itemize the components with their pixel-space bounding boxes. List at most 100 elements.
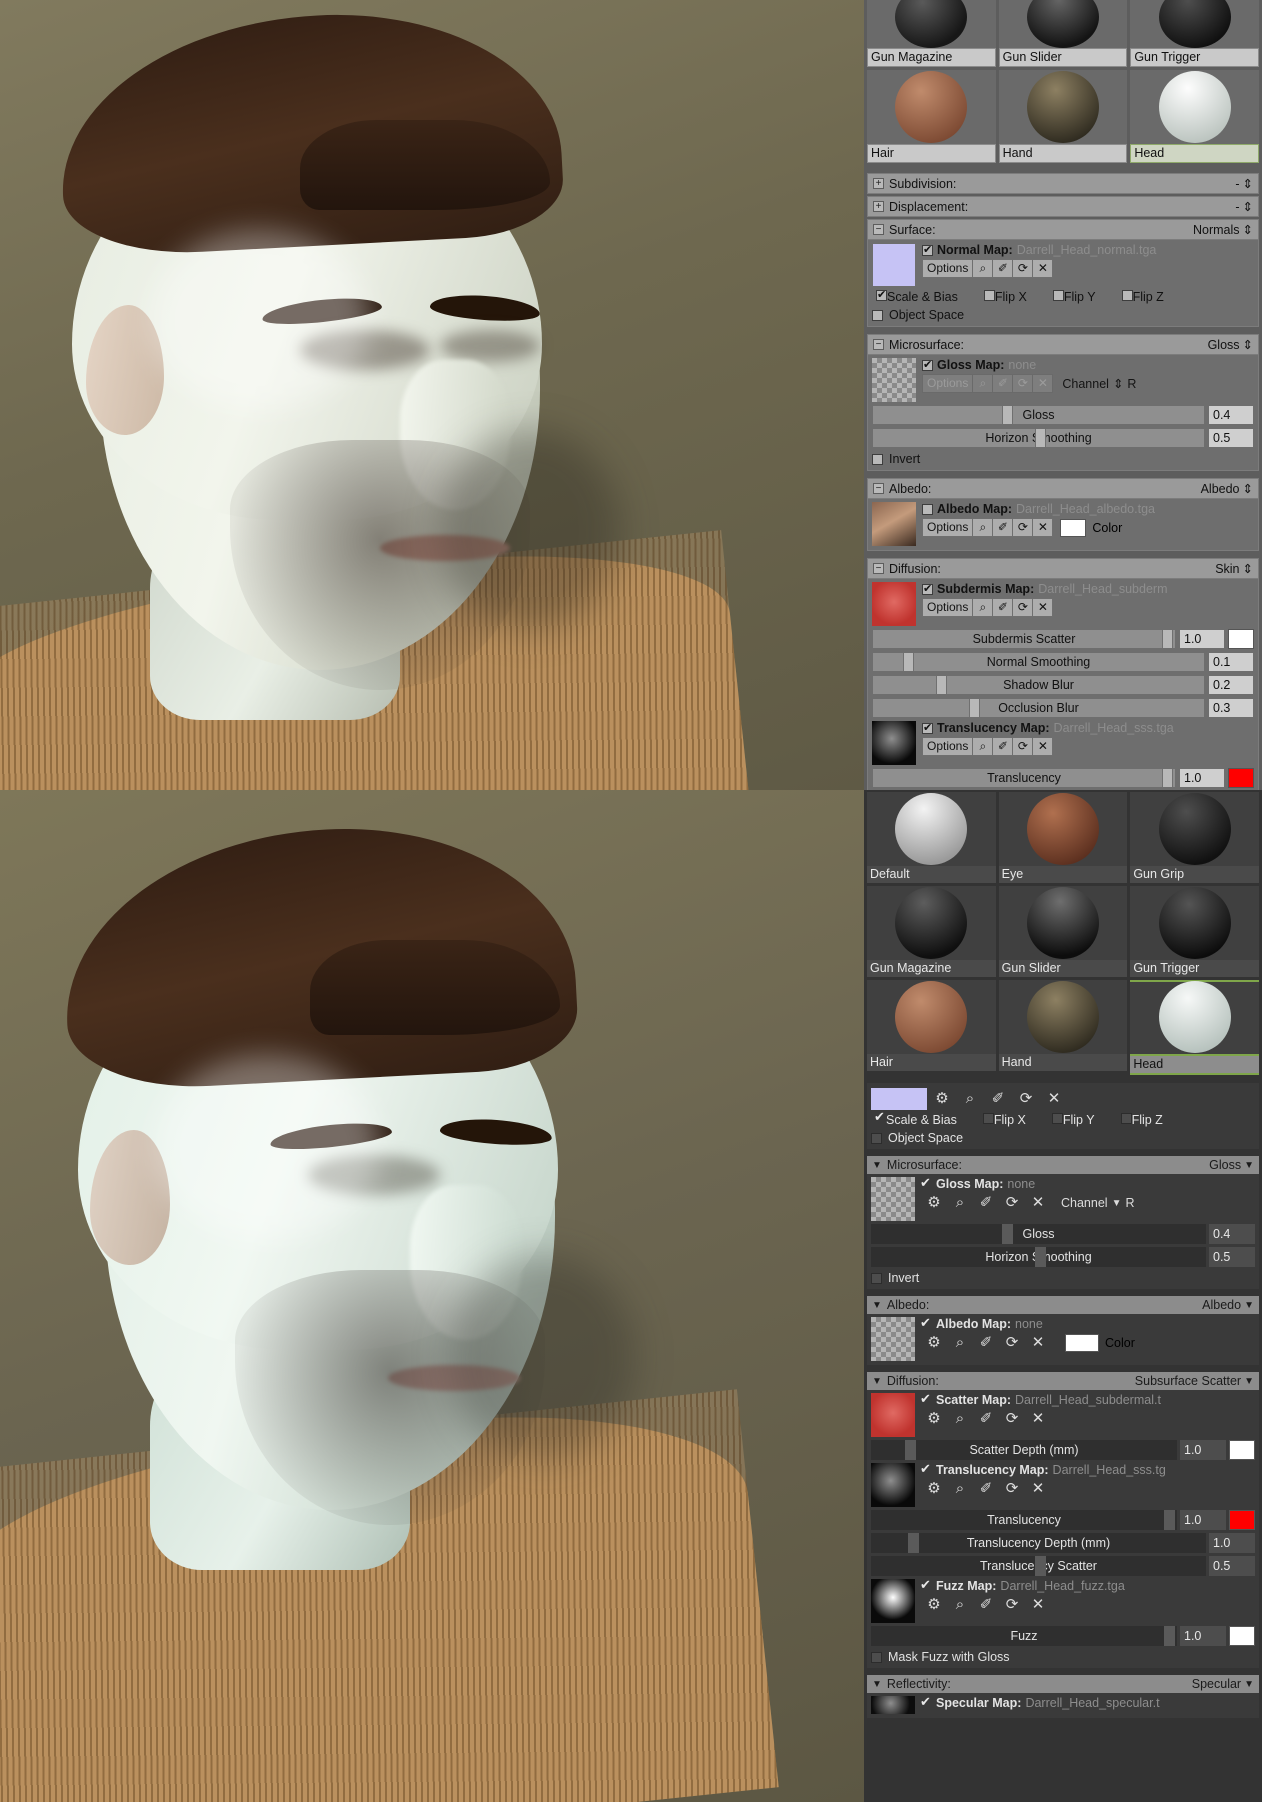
chevron-down-icon[interactable]: ▼ xyxy=(872,1376,882,1387)
section-header-albedo[interactable]: ▼ Albedo: Albedo ▼ xyxy=(867,1296,1259,1314)
invert-row[interactable]: Invert xyxy=(872,452,1254,466)
shadow-blur-value[interactable]: 0.2 xyxy=(1208,675,1254,695)
translucency-value[interactable]: 1.0 xyxy=(1180,1510,1226,1530)
translucency-map-thumbnail[interactable] xyxy=(872,721,916,765)
material-thumbnail[interactable] xyxy=(998,70,1128,144)
horizon-smoothing-value[interactable]: 0.5 xyxy=(1208,428,1254,448)
albedo-map-checkbox[interactable] xyxy=(922,503,933,515)
slider-row-subdermis-scatter[interactable]: Subdermis Scatter 1.0 xyxy=(872,629,1254,649)
albedo-map-checkbox[interactable] xyxy=(920,1315,932,1331)
section-header-surface[interactable]: − Surface: Normals ⇕ xyxy=(867,219,1259,240)
chevron-updown-icon[interactable]: ⇕ xyxy=(1243,176,1253,191)
close-icon[interactable]: ✕ xyxy=(1032,374,1054,393)
eyedropper-icon[interactable]: ✐ xyxy=(992,259,1014,278)
reload-icon[interactable]: ⟳ xyxy=(1012,518,1034,537)
slider-knob[interactable] xyxy=(1164,1626,1175,1646)
flag-flip-x[interactable]: Flip X xyxy=(982,1113,1026,1127)
reload-icon[interactable]: ⟳ xyxy=(1013,1089,1039,1109)
shadow-blur-slider[interactable]: Shadow Blur xyxy=(872,675,1205,695)
section-header-displacement[interactable]: + Displacement: - ⇕ xyxy=(867,196,1259,217)
flag-flip-z[interactable]: Flip Z xyxy=(1121,290,1164,304)
flip-y-checkbox[interactable] xyxy=(1051,1113,1063,1124)
search-icon[interactable]: ⌕ xyxy=(972,737,994,756)
search-icon[interactable]: ⌕ xyxy=(947,1409,973,1429)
collapse-toggle-icon[interactable]: − xyxy=(873,224,884,235)
slider-knob[interactable] xyxy=(1162,769,1173,787)
material-thumbnail[interactable] xyxy=(998,980,1128,1054)
translucency-map-toolbar[interactable]: Options ⌕ ✐ ⟳ ✕ xyxy=(922,737,1254,756)
search-icon[interactable]: ⌕ xyxy=(957,1089,983,1109)
material-name[interactable]: Hair xyxy=(867,1054,996,1071)
channel-selector[interactable]: Channel ▼ R xyxy=(1061,1196,1135,1210)
mask-fuzz-row[interactable]: Mask Fuzz with Gloss xyxy=(871,1650,1255,1664)
reload-icon[interactable]: ⟳ xyxy=(999,1333,1025,1353)
options-button[interactable]: Options xyxy=(922,374,974,393)
material-cell[interactable]: Default xyxy=(867,792,996,883)
gloss-slider[interactable]: Gloss xyxy=(872,405,1205,425)
search-icon[interactable]: ⌕ xyxy=(972,259,994,278)
section-header-albedo[interactable]: − Albedo: Albedo ⇕ xyxy=(867,478,1259,499)
reload-icon[interactable]: ⟳ xyxy=(999,1409,1025,1429)
material-name[interactable]: Gun Magazine xyxy=(867,960,996,977)
close-icon[interactable]: ✕ xyxy=(1032,259,1054,278)
search-icon[interactable]: ⌕ xyxy=(972,518,994,537)
fuzz-slider[interactable]: Fuzz xyxy=(871,1626,1177,1646)
expand-toggle-icon[interactable]: + xyxy=(873,201,884,212)
albedo-map-toolbar[interactable]: Options ⌕ ✐ ⟳ ✕ Color xyxy=(922,518,1254,537)
chevron-down-icon[interactable]: ▼ xyxy=(1244,1376,1254,1387)
material-name[interactable]: Gun Slider xyxy=(998,48,1128,67)
slider-row-translucency-scatter[interactable]: Translucency Scatter 0.5 xyxy=(871,1556,1255,1576)
flip-z-checkbox[interactable] xyxy=(1120,1113,1132,1124)
slider-row-gloss[interactable]: Gloss 0.4 xyxy=(871,1224,1255,1244)
material-thumbnail[interactable] xyxy=(867,0,996,48)
invert-checkbox[interactable] xyxy=(872,453,883,465)
slider-knob[interactable] xyxy=(1002,406,1014,424)
flip-x-checkbox[interactable] xyxy=(983,290,995,301)
slider-knob[interactable] xyxy=(968,699,980,717)
translucency-depth-slider[interactable]: Translucency Depth (mm) xyxy=(871,1533,1206,1553)
eyedropper-icon[interactable]: ✐ xyxy=(992,737,1014,756)
scatter-map-thumbnail[interactable] xyxy=(871,1393,915,1437)
chevron-updown-icon[interactable]: ⇕ xyxy=(1113,376,1123,391)
reload-icon[interactable]: ⟳ xyxy=(999,1479,1025,1499)
material-thumbnail[interactable] xyxy=(1130,70,1259,144)
flip-y-checkbox[interactable] xyxy=(1052,290,1064,301)
normal-smoothing-slider[interactable]: Normal Smoothing xyxy=(872,652,1205,672)
material-cell[interactable]: Gun Slider xyxy=(998,0,1128,67)
close-icon[interactable]: ✕ xyxy=(1025,1479,1051,1499)
fuzz-map-checkbox[interactable] xyxy=(920,1577,932,1593)
material-thumbnail[interactable] xyxy=(998,886,1128,960)
material-name[interactable]: Default xyxy=(867,866,996,883)
reload-icon[interactable]: ⟳ xyxy=(1012,374,1034,393)
material-cell[interactable]: Hand xyxy=(998,980,1128,1075)
slider-row-horizon-smoothing[interactable]: Horizon Smoothing 0.5 xyxy=(872,428,1254,448)
flag-flip-x[interactable]: Flip X xyxy=(983,290,1027,304)
scatter-depth-slider[interactable]: Scatter Depth (mm) xyxy=(871,1440,1177,1460)
object-space-row[interactable]: Object Space xyxy=(872,308,1254,322)
expand-toggle-icon[interactable]: + xyxy=(873,178,884,189)
albedo-color-swatch[interactable] xyxy=(1060,518,1087,537)
translucency-scatter-slider[interactable]: Translucency Scatter xyxy=(871,1556,1206,1576)
translucency-map-toolbar[interactable]: ⚙ ⌕ ✐ ⟳ ✕ xyxy=(921,1479,1255,1499)
slider-row-shadow-blur[interactable]: Shadow Blur 0.2 xyxy=(872,675,1254,695)
slider-knob[interactable] xyxy=(1035,429,1047,447)
horizon-smoothing-slider[interactable]: Horizon Smoothing xyxy=(871,1247,1206,1267)
close-icon[interactable]: ✕ xyxy=(1025,1595,1051,1615)
normal-map-toolbar[interactable]: Options ⌕ ✐ ⟳ ✕ xyxy=(922,259,1254,278)
slider-row-translucency[interactable]: Translucency 1.0 xyxy=(871,1510,1255,1530)
material-name[interactable]: Head xyxy=(1130,144,1259,163)
slider-row-translucency[interactable]: Translucency 1.0 xyxy=(872,768,1254,788)
reload-icon[interactable]: ⟳ xyxy=(1012,598,1034,617)
material-cell[interactable]: Gun Magazine xyxy=(867,0,996,67)
eyedropper-icon[interactable]: ✐ xyxy=(973,1333,999,1353)
slider-knob[interactable] xyxy=(1162,630,1173,648)
object-space-checkbox[interactable] xyxy=(871,1132,882,1144)
material-cell-selected[interactable]: Head xyxy=(1130,70,1259,163)
eyedropper-icon[interactable]: ✐ xyxy=(992,374,1014,393)
reload-icon[interactable]: ⟳ xyxy=(999,1193,1025,1213)
material-cell[interactable]: Gun Magazine xyxy=(867,886,996,977)
slider-knob[interactable] xyxy=(907,1533,919,1553)
close-icon[interactable]: ✕ xyxy=(1025,1409,1051,1429)
gloss-value[interactable]: 0.4 xyxy=(1208,405,1254,425)
close-icon[interactable]: ✕ xyxy=(1032,598,1054,617)
